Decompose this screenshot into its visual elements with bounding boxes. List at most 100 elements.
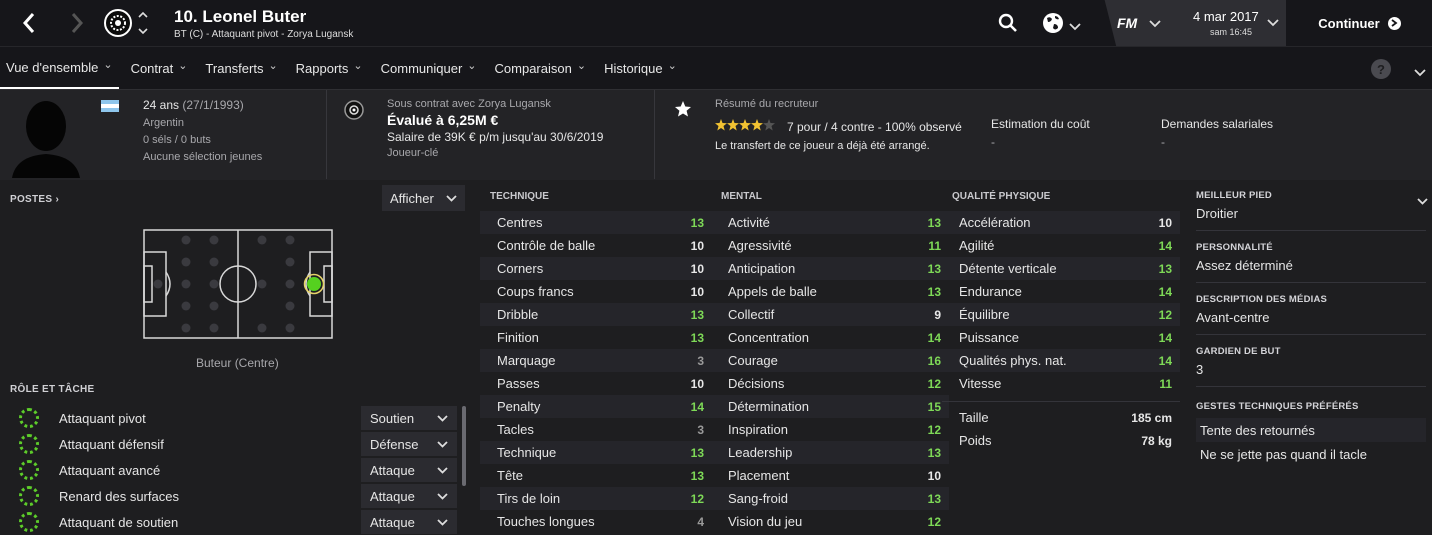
back-icon[interactable] — [14, 8, 44, 38]
attribute-row[interactable]: Sang-froid 13 — [711, 487, 949, 510]
attribute-row[interactable]: Agressivité 11 — [711, 234, 949, 257]
duty-dropdown[interactable]: Soutien — [361, 406, 457, 430]
tab-5[interactable]: Comparaison ⌄ — [489, 47, 593, 90]
attribute-row[interactable]: Courage 16 — [711, 349, 949, 372]
attribute-row[interactable]: Anticipation 13 — [711, 257, 949, 280]
positions-header[interactable]: POSTES › — [10, 194, 59, 205]
attribute-name: Corners — [497, 261, 544, 276]
show-dropdown[interactable]: Afficher — [382, 185, 465, 211]
date-panel[interactable]: 4 mar 2017 sam 16:45 — [1168, 0, 1286, 46]
attribute-row[interactable]: Accélération 10 — [942, 211, 1180, 234]
rating-star — [763, 119, 775, 131]
attribute-row[interactable]: Technique 13 — [480, 441, 712, 464]
attribute-row[interactable]: Centres 13 — [480, 211, 712, 234]
attribute-name: Touches longues — [497, 514, 595, 529]
age-line: 24 ans (27/1/1993) — [143, 98, 244, 112]
attribute-name: Détermination — [728, 399, 809, 414]
details-chevron-icon[interactable] — [1417, 193, 1428, 208]
wage-label: Demandes salariales — [1161, 117, 1274, 131]
role-name: Attaquant de soutien — [59, 514, 179, 530]
club-badge-icon[interactable] — [103, 8, 133, 38]
attribute-row[interactable]: Détente verticale 13 — [942, 257, 1180, 280]
attribute-row[interactable]: Corners 10 — [480, 257, 712, 280]
role-row[interactable]: Attaquant pivot Soutien — [0, 405, 460, 431]
attribute-row[interactable]: Vision du jeu 12 — [711, 510, 949, 533]
duty-dropdown[interactable]: Attaque — [361, 510, 457, 534]
attribute-row[interactable]: Détermination 15 — [711, 395, 949, 418]
tab-6[interactable]: Historique ⌄ — [598, 47, 683, 90]
attribute-value: 13 — [690, 468, 704, 483]
attribute-value: 12 — [1158, 307, 1172, 322]
divider — [1196, 282, 1426, 283]
rating-star — [727, 119, 739, 131]
duty-dropdown[interactable]: Attaque — [361, 484, 457, 508]
attribute-name: Décisions — [728, 376, 785, 391]
duty-dropdown[interactable]: Attaque — [361, 458, 457, 482]
attribute-row[interactable]: Placement 10 — [711, 464, 949, 487]
attribute-row[interactable]: Décisions 12 — [711, 372, 949, 395]
attribute-row[interactable]: Coups francs 10 — [480, 280, 712, 303]
youth-caps: Aucune sélection jeunes — [143, 151, 263, 163]
attribute-row[interactable]: Qualités phys. nat. 14 — [942, 349, 1180, 372]
attribute-row[interactable]: Puissance 14 — [942, 326, 1180, 349]
attribute-value: 16 — [927, 353, 941, 368]
attribute-value: 13 — [690, 215, 704, 230]
attribute-row[interactable]: Tacles 3 — [480, 418, 712, 441]
roles-scrollbar[interactable] — [462, 406, 466, 486]
forward-icon[interactable] — [62, 8, 92, 38]
attribute-row[interactable]: Concentration 14 — [711, 326, 949, 349]
attribute-row[interactable]: Leadership 13 — [711, 441, 949, 464]
attribute-row[interactable]: Dribble 13 — [480, 303, 712, 326]
attribute-row[interactable]: Inspiration 12 — [711, 418, 949, 441]
role-row[interactable]: Attaquant de soutien Attaque — [0, 509, 460, 535]
attribute-row[interactable]: Penalty 14 — [480, 395, 712, 418]
continue-button[interactable]: Continuer — [1287, 0, 1432, 46]
goalkeeper: GARDIEN DE BUT 3 — [1196, 346, 1426, 387]
attribute-value: 12 — [690, 491, 704, 506]
duty-label: Attaque — [370, 462, 415, 478]
attribute-value: 11 — [928, 238, 941, 253]
tab-1[interactable]: Contrat ⌄ — [125, 47, 194, 90]
globe-icon[interactable] — [1040, 10, 1066, 36]
personality: PERSONNALITÉ Assez déterminé — [1196, 242, 1426, 283]
attribute-row[interactable]: Agilité 14 — [942, 234, 1180, 257]
globe-chevron-icon[interactable] — [1069, 19, 1081, 31]
role-row[interactable]: Renard des surfaces Attaque — [0, 483, 460, 509]
nav-chevron-icon[interactable] — [1414, 65, 1426, 80]
tab-3[interactable]: Rapports ⌄ — [290, 47, 369, 90]
attribute-name: Collectif — [728, 307, 775, 322]
club-switch-icon[interactable] — [137, 10, 149, 36]
search-icon[interactable] — [996, 11, 1020, 35]
attribute-row[interactable]: Endurance 14 — [942, 280, 1180, 303]
role-row[interactable]: Attaquant défensif Défense — [0, 431, 460, 457]
fm-menu[interactable]: FM — [1104, 0, 1168, 46]
attribute-row[interactable]: Appels de balle 13 — [711, 280, 949, 303]
attribute-row[interactable]: Passes 10 — [480, 372, 712, 395]
attribute-value: 4 — [697, 514, 704, 529]
height-label: Taille — [959, 410, 989, 425]
attribute-row[interactable]: Tirs de loin 12 — [480, 487, 712, 510]
attribute-row[interactable]: Collectif 9 — [711, 303, 949, 326]
cost-value: - — [991, 135, 995, 149]
nav-bar: Vue d'ensemble ⌄ Contrat ⌄ Transferts ⌄ Rappor… — [0, 46, 1432, 90]
tab-0[interactable]: Vue d'ensemble ⌄ — [0, 47, 119, 90]
tab-2[interactable]: Transferts ⌄ — [199, 47, 283, 90]
info-divider — [326, 90, 327, 179]
tab-4[interactable]: Communiquer ⌄ — [375, 47, 483, 90]
attribute-row[interactable]: Activité 13 — [711, 211, 949, 234]
attribute-row[interactable]: Marquage 3 — [480, 349, 712, 372]
role-row[interactable]: Attaquant avancé Attaque — [0, 457, 460, 483]
attribute-row[interactable]: Touches longues 4 — [480, 510, 712, 533]
attribute-row[interactable]: Équilibre 12 — [942, 303, 1180, 326]
attribute-row[interactable]: Tête 13 — [480, 464, 712, 487]
attribute-name: Appels de balle — [728, 284, 817, 299]
help-icon[interactable]: ? — [1371, 59, 1391, 79]
attribute-name: Penalty — [497, 399, 541, 414]
attribute-row[interactable]: Contrôle de balle 10 — [480, 234, 712, 257]
attribute-value: 13 — [690, 445, 704, 460]
duty-dropdown[interactable]: Défense — [361, 432, 457, 456]
show-dropdown-label: Afficher — [390, 190, 434, 206]
attribute-row[interactable]: Vitesse 11 — [942, 372, 1180, 395]
attribute-row[interactable]: Finition 13 — [480, 326, 712, 349]
star-icon — [672, 98, 694, 120]
